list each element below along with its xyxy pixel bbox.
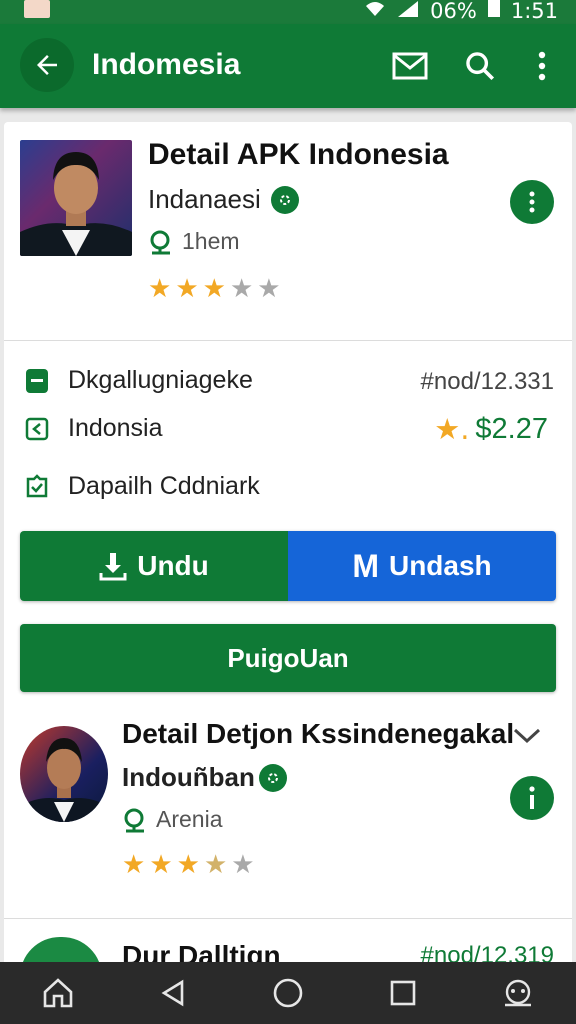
category-label: Dkgallugniageke: [68, 366, 253, 394]
app-avatar[interactable]: [20, 140, 132, 256]
star-icon: ★: [202, 274, 226, 304]
app-title: Detail Detjon Kssindenegakal: [122, 718, 515, 749]
star-icon: ★: [229, 274, 254, 304]
location-icon: [124, 808, 144, 832]
star-icon: ★.: [434, 412, 470, 446]
person-photo: [20, 152, 132, 256]
divider: [4, 340, 572, 341]
star-icon: ★: [203, 850, 228, 880]
meta-row: Arenia: [122, 806, 222, 833]
search-button[interactable]: [460, 46, 500, 86]
star-icon: ★: [149, 850, 173, 880]
star-icon: ★: [122, 850, 146, 880]
rating-stars: ★ ★ ★ ★ ★: [122, 850, 255, 880]
share-button[interactable]: M Undash: [288, 531, 556, 601]
shield-check-icon: [24, 473, 50, 500]
clock: 1:51: [510, 0, 558, 23]
battery-text: 06%: [430, 0, 477, 23]
document-icon: [24, 368, 50, 394]
triangle-back-icon: [161, 979, 184, 1007]
wifi-icon: [364, 0, 386, 23]
category-row: Dkgallugniageke: [24, 366, 253, 395]
location-icon: [150, 230, 170, 254]
app-avatar[interactable]: [20, 726, 108, 822]
language-icon: [24, 416, 50, 442]
verified-icon: [270, 185, 299, 214]
app-options-button[interactable]: [510, 776, 554, 820]
battery-icon: [487, 0, 501, 23]
developer-name[interactable]: Indouñban: [122, 762, 255, 793]
assistant-button[interactable]: [488, 968, 548, 1018]
link-row[interactable]: Dapailh Cddniark: [24, 472, 260, 501]
recents-button[interactable]: [373, 968, 433, 1018]
rating-stars: ★ ★ ★ ★ ★: [148, 274, 281, 304]
home-button[interactable]: [28, 968, 88, 1018]
divider: [4, 918, 572, 919]
info-icon: [529, 786, 535, 809]
more-vert-icon: [538, 51, 546, 81]
star-icon: ★: [148, 274, 172, 304]
meta-text: 1hem: [182, 228, 240, 254]
mail-button[interactable]: [390, 46, 430, 86]
square-recents-icon: [390, 980, 416, 1006]
star-icon: ★: [176, 850, 200, 880]
download-button[interactable]: Undu: [20, 531, 288, 601]
home-icon: [43, 978, 72, 1008]
star-icon: ★: [175, 274, 199, 304]
search-icon: [466, 52, 495, 81]
expand-button[interactable]: [512, 726, 542, 751]
price-text: $2.27: [475, 412, 548, 445]
signal-icon: [396, 0, 420, 23]
download-icon: [99, 553, 127, 581]
status-bar: 06% 1:51: [0, 0, 576, 24]
main-action-label: PuigoUan: [227, 642, 349, 673]
download-label: Undu: [137, 550, 209, 581]
developer-row: Indanaesi: [148, 184, 299, 215]
star-icon: ★: [257, 274, 281, 304]
chevron-down-icon: [513, 728, 541, 744]
share-label: Undash: [388, 550, 492, 581]
arrow-left-icon: [37, 55, 57, 75]
navigation-bar: [0, 962, 576, 1024]
person-photo: [20, 738, 108, 822]
share-icon: M: [352, 547, 379, 584]
main-action-button[interactable]: PuigoUan: [20, 624, 556, 692]
version-text: #nod/12.331: [420, 368, 554, 395]
notification-icon: [24, 0, 50, 18]
action-button-group: Undu M Undash: [20, 531, 556, 601]
page-title: Indomesia: [92, 48, 241, 81]
assistant-icon: [505, 979, 532, 1007]
app-detail-card: Detail APK Indonesia Indanaesi 1hem ★ ★ …: [4, 122, 572, 1022]
meta-row: 1hem: [148, 228, 240, 255]
mail-icon: [392, 52, 428, 80]
app-options-button[interactable]: [510, 180, 554, 224]
link-label: Dapailh Cddniark: [68, 472, 260, 500]
developer-row: Indouñban: [122, 762, 287, 793]
language-label: Indonsia: [68, 414, 163, 442]
circle-home-icon: [273, 978, 303, 1008]
home-circle-button[interactable]: [258, 968, 318, 1018]
back-button[interactable]: [20, 38, 74, 92]
app-bar: Indomesia: [0, 24, 576, 108]
verified-icon: [258, 763, 287, 792]
overflow-menu-button[interactable]: [522, 46, 562, 86]
language-row: Indonsia: [24, 414, 163, 443]
meta-text: Arenia: [156, 806, 223, 832]
star-icon: ★: [231, 850, 255, 880]
price-row: ★. $2.27: [434, 412, 548, 446]
more-vert-icon: [529, 191, 535, 213]
back-nav-button[interactable]: [143, 968, 203, 1018]
developer-name[interactable]: Indanaesi: [148, 184, 261, 215]
app-title: Detail APK Indonesia: [148, 138, 449, 171]
